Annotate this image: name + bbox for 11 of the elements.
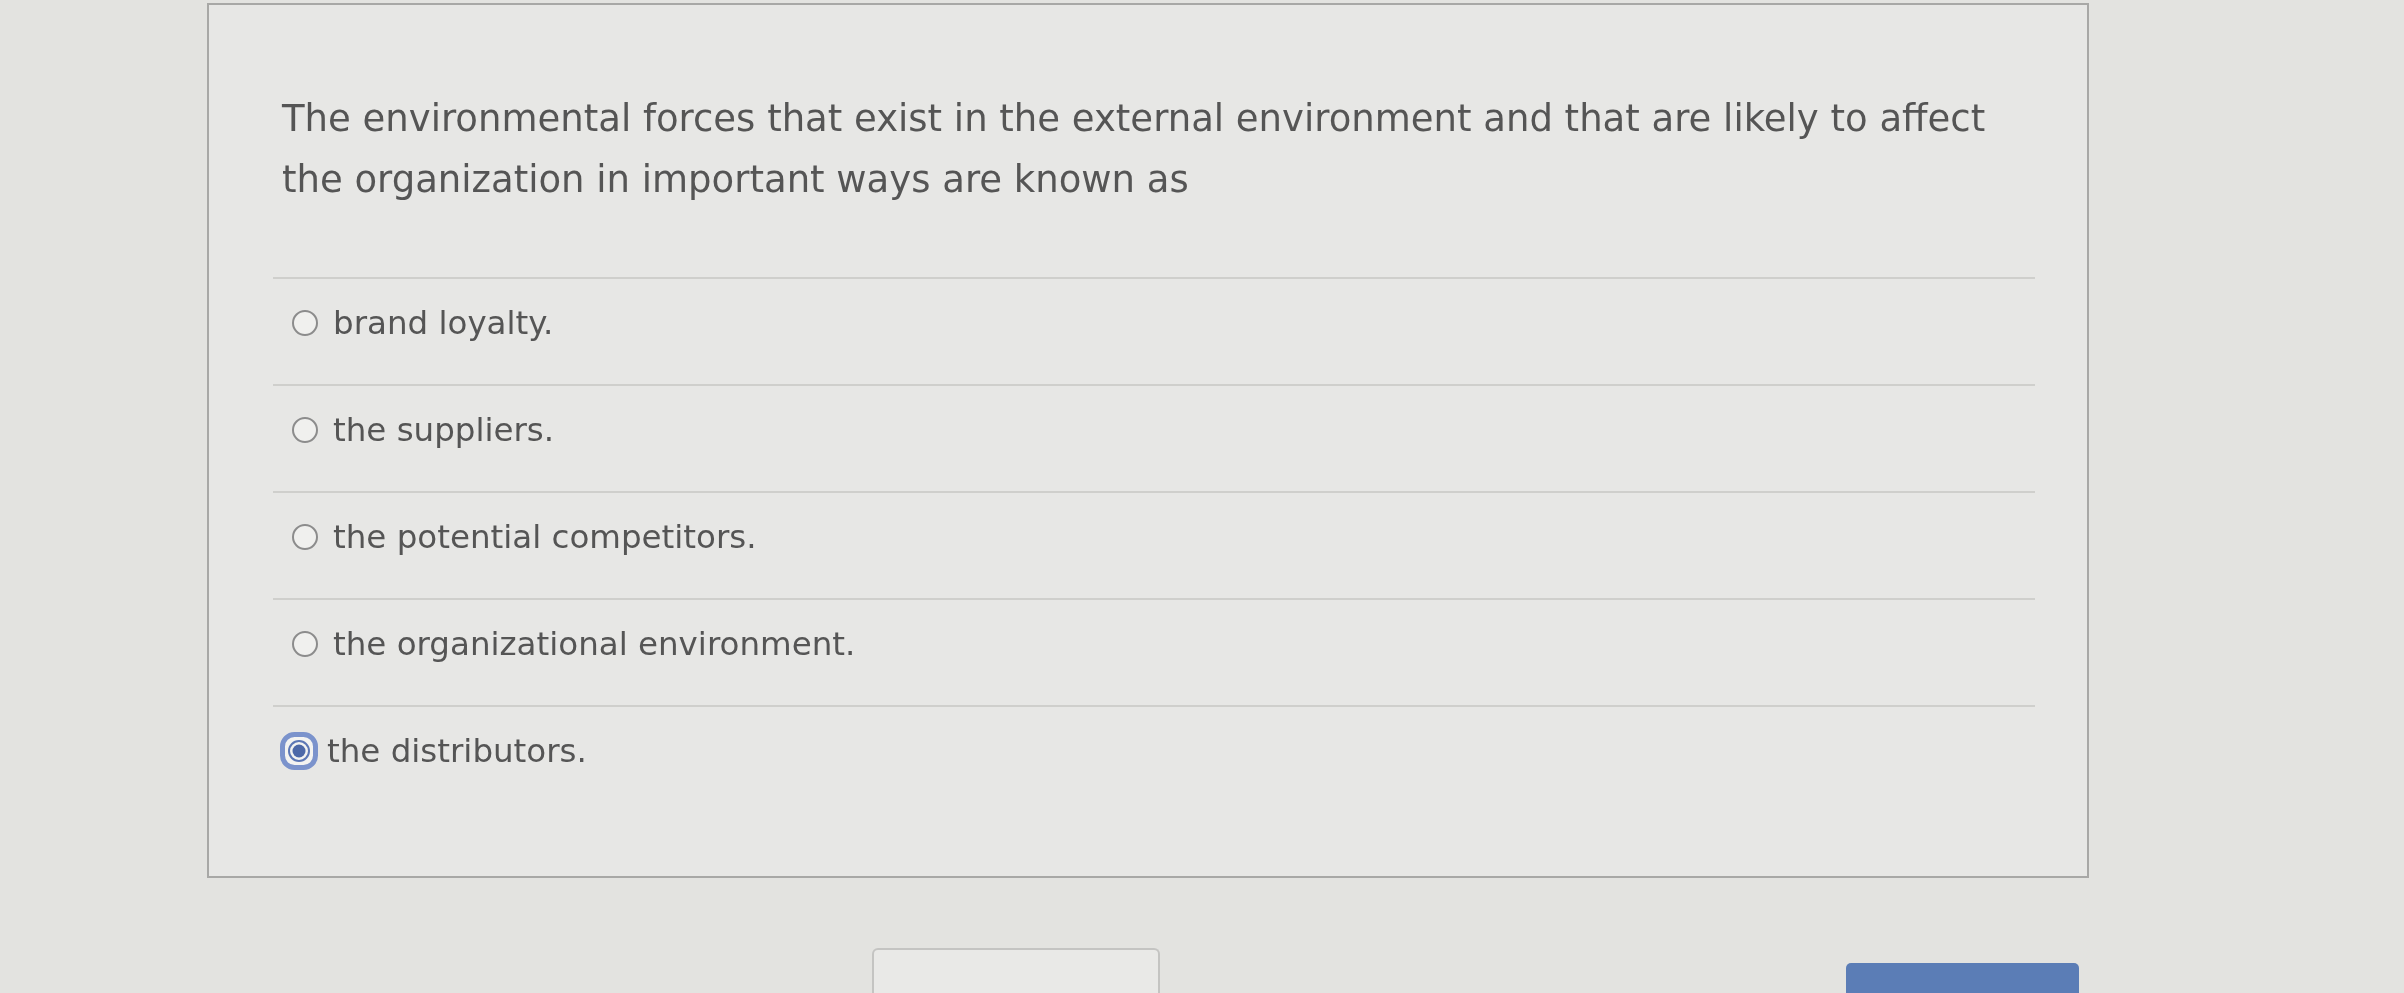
option-label[interactable]: the potential competitors. bbox=[333, 517, 757, 557]
option-label[interactable]: the organizational environment. bbox=[333, 624, 856, 664]
radio-button[interactable] bbox=[292, 417, 318, 443]
radio-button[interactable] bbox=[292, 310, 318, 336]
option-label[interactable]: the distributors. bbox=[327, 731, 587, 771]
radio-button[interactable] bbox=[292, 631, 318, 657]
option-label[interactable]: the suppliers. bbox=[333, 410, 555, 450]
radio-button[interactable] bbox=[292, 524, 318, 550]
question-text: The environmental forces that exist in the external environment and that are likely to affect the organization in important ways are known as bbox=[282, 96, 1987, 203]
option-label[interactable]: brand loyalty. bbox=[333, 303, 554, 343]
radio-selected-icon[interactable] bbox=[280, 732, 318, 770]
